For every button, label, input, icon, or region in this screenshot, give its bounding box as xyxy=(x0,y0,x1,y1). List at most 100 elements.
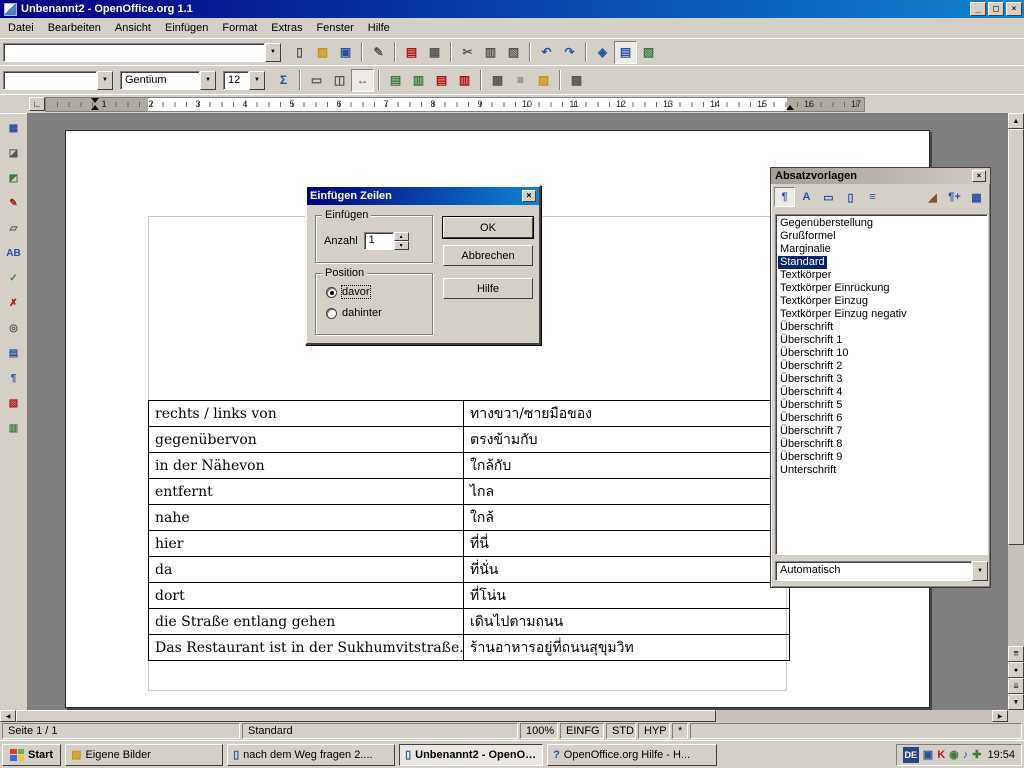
dropdown-arrow-icon[interactable]: ▼ xyxy=(249,71,265,90)
insert-icon[interactable]: ▦ xyxy=(3,117,25,139)
cut-icon[interactable]: ✂ xyxy=(456,41,479,64)
horizontal-ruler[interactable]: ∟ 1234567891011121314151617 xyxy=(0,94,1024,113)
paragraph-styles-icon[interactable]: ¶ xyxy=(774,187,795,207)
help-button[interactable]: Hilfe xyxy=(443,278,533,299)
nonprinting-characters-icon[interactable]: ¶ xyxy=(3,367,25,389)
copy-icon[interactable]: ▥ xyxy=(479,41,502,64)
dropdown-arrow-icon[interactable]: ▼ xyxy=(97,71,113,90)
tray-scheduler-icon[interactable]: ✚ xyxy=(972,748,981,761)
menu-extras[interactable]: Extras xyxy=(264,19,309,37)
taskbar-task[interactable]: ▯nach dem Weg fragen 2.... xyxy=(227,744,395,766)
table-cell-thai[interactable]: ที่นั่น xyxy=(464,557,790,583)
titlebar[interactable]: Unbenannt2 - OpenOffice.org 1.1 _ □ × xyxy=(0,0,1024,18)
frame-styles-icon[interactable]: ▭ xyxy=(818,187,839,207)
numbering-styles-icon[interactable]: ≡ xyxy=(862,187,883,207)
auto-spellcheck-icon[interactable]: ✗ xyxy=(3,292,25,314)
table-cell-thai[interactable]: ไกล xyxy=(464,479,790,505)
spin-up-icon[interactable]: ▲ xyxy=(394,232,409,241)
menu-einfügen[interactable]: Einfügen xyxy=(158,19,215,37)
style-item[interactable]: Überschrift 2 xyxy=(778,360,844,373)
first-line-indent-marker[interactable] xyxy=(91,98,99,103)
tray-volume-icon[interactable]: ♪ xyxy=(963,749,969,761)
borders-icon[interactable]: ▦ xyxy=(486,69,509,92)
tray-quickstarter-icon[interactable]: ◉ xyxy=(949,748,959,761)
status-hyphenation[interactable]: HYP xyxy=(638,723,670,739)
previous-page-icon[interactable]: ⇈ xyxy=(1008,646,1024,662)
table-cell-german[interactable]: die Straße entlang gehen xyxy=(149,609,464,635)
insert-row-icon[interactable]: ▤ xyxy=(384,69,407,92)
minimize-button[interactable]: _ xyxy=(970,2,986,16)
data-sources-icon[interactable]: ▤ xyxy=(3,342,25,364)
print-icon[interactable]: ▦ xyxy=(423,41,446,64)
vertical-scroll-thumb[interactable] xyxy=(1008,129,1024,545)
menu-bearbeiten[interactable]: Bearbeiten xyxy=(41,19,108,37)
table-cell-thai[interactable]: ที่โน่น xyxy=(464,583,790,609)
ok-button[interactable]: OK xyxy=(443,217,533,238)
table-cell-thai[interactable]: ร้านอาหารอยู่ที่ถนนสุขุมวิท xyxy=(464,635,790,661)
next-page-icon[interactable]: ⇊ xyxy=(1008,678,1024,694)
language-indicator[interactable]: DE xyxy=(903,747,919,763)
style-item[interactable]: Überschrift 5 xyxy=(778,399,844,412)
style-item[interactable]: Überschrift 10 xyxy=(778,347,850,360)
font-name-field[interactable]: Gentium xyxy=(120,71,200,90)
style-item[interactable]: Überschrift 1 xyxy=(778,334,844,347)
delete-column-icon[interactable]: ▥ xyxy=(453,69,476,92)
status-page-style[interactable]: Standard xyxy=(242,723,518,739)
paste-icon[interactable]: ▧ xyxy=(502,41,525,64)
insert-object-icon[interactable]: ◩ xyxy=(3,167,25,189)
optimize-icon[interactable]: ↔ xyxy=(351,69,374,92)
font-name-combobox[interactable]: Gentium ▼ xyxy=(120,71,216,90)
background-color-icon[interactable]: ▨ xyxy=(532,69,555,92)
menu-datei[interactable]: Datei xyxy=(1,19,41,37)
save-icon[interactable]: ▣ xyxy=(334,41,357,64)
status-insert-mode[interactable]: EINFG xyxy=(560,723,604,739)
table-cell-german[interactable]: in der Nähevon xyxy=(149,453,464,479)
paragraph-style-combobox[interactable]: ▼ xyxy=(3,71,113,90)
insert-rows-dialog[interactable]: Einfügen Zeilen × Einfügen Anzahl 1 ▲ ▼ xyxy=(305,185,541,345)
url-combobox[interactable]: ▼ xyxy=(3,43,281,62)
table-cell-german[interactable]: Das Restaurant ist in der Sukhumvitstraß… xyxy=(149,635,464,661)
dialog-titlebar[interactable]: Einfügen Zeilen × xyxy=(307,187,539,205)
status-zoom[interactable]: 100% xyxy=(520,723,558,739)
paragraph-style-field[interactable] xyxy=(3,71,97,90)
close-button[interactable]: × xyxy=(1006,2,1022,16)
navigation-icon[interactable]: ● xyxy=(1008,662,1024,678)
stylist-close-icon[interactable]: × xyxy=(972,170,986,182)
tray-antivirus-icon[interactable]: K xyxy=(937,749,945,761)
left-indent-marker[interactable] xyxy=(91,105,99,110)
merge-cells-icon[interactable]: ▭ xyxy=(305,69,328,92)
export-pdf-icon[interactable]: ▤ xyxy=(400,41,423,64)
style-filter-combobox[interactable]: Automatisch ▼ xyxy=(775,561,988,581)
scroll-right-icon[interactable]: ▶ xyxy=(992,710,1008,722)
line-style-icon[interactable]: ≡ xyxy=(509,69,532,92)
radio-after[interactable]: dahinter xyxy=(326,307,382,319)
update-style-icon[interactable]: ▦ xyxy=(966,187,987,207)
stylist-window[interactable]: Absatzvorlagen × ¶A▭▯≡◢¶+▦ Gegenüberstel… xyxy=(770,167,991,588)
font-size-field[interactable]: 12 xyxy=(223,71,249,90)
autotext-icon[interactable]: AB xyxy=(3,242,25,264)
insert-fields-icon[interactable]: ◪ xyxy=(3,142,25,164)
menu-hilfe[interactable]: Hilfe xyxy=(361,19,397,37)
start-button[interactable]: Start xyxy=(2,744,61,766)
scroll-down-icon[interactable]: ▼ xyxy=(1008,694,1024,710)
style-item[interactable]: Überschrift 4 xyxy=(778,386,844,399)
amount-spinner[interactable]: 1 ▲ ▼ xyxy=(364,232,409,250)
style-filter-field[interactable]: Automatisch xyxy=(775,561,972,581)
table-cell-german[interactable]: gegenübervon xyxy=(149,427,464,453)
spellcheck-icon[interactable]: ✓ xyxy=(3,267,25,289)
graphics-onoff-icon[interactable]: ▧ xyxy=(3,392,25,414)
style-item[interactable]: Textkörper Einzug negativ xyxy=(778,308,909,321)
style-item[interactable]: Überschrift 7 xyxy=(778,425,844,438)
style-list[interactable]: GegenüberstellungGrußformelMarginalieSta… xyxy=(775,214,988,555)
table-cell-german[interactable]: hier xyxy=(149,531,464,557)
new-document-icon[interactable]: ▯ xyxy=(288,41,311,64)
style-item[interactable]: Unterschrift xyxy=(778,464,838,477)
dialog-close-icon[interactable]: × xyxy=(522,190,536,202)
status-selection-mode[interactable]: STD xyxy=(606,723,636,739)
style-item[interactable]: Überschrift 6 xyxy=(778,412,844,425)
stylist-titlebar[interactable]: Absatzvorlagen × xyxy=(771,168,990,184)
gallery-icon[interactable]: ▧ xyxy=(637,41,660,64)
draw-functions-icon[interactable]: ✎ xyxy=(3,192,25,214)
taskbar-task[interactable]: ▯Unbenannt2 - OpenOf... xyxy=(399,744,543,766)
dropdown-arrow-icon[interactable]: ▼ xyxy=(972,561,988,581)
